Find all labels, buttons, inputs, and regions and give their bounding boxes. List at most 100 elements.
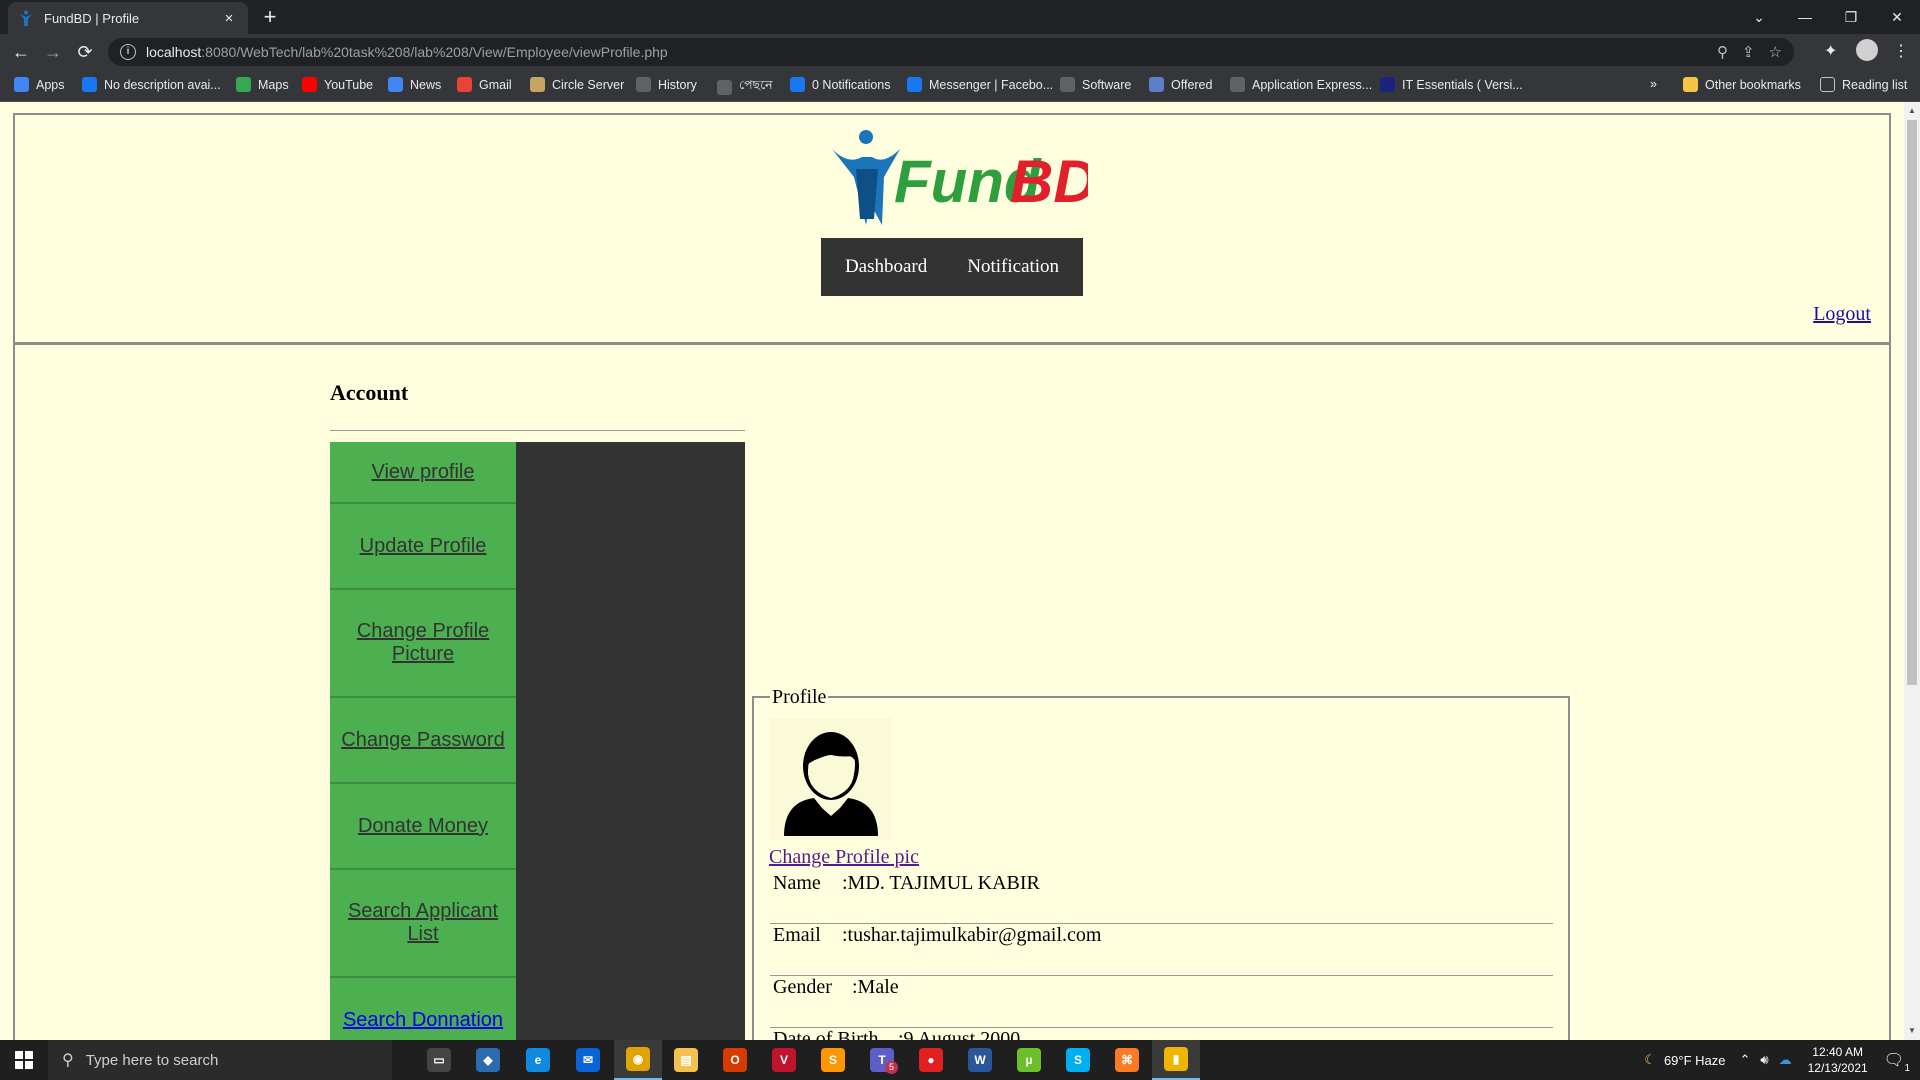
onedrive-icon[interactable]: ☁ bbox=[1779, 1052, 1792, 1068]
logout-link[interactable]: Logout bbox=[1813, 303, 1871, 326]
side-menu-link[interactable]: View profile bbox=[371, 461, 474, 484]
tray-overflow-icon[interactable]: ⌃ bbox=[1740, 1052, 1751, 1068]
browser-menu-icon[interactable]: ⋮ bbox=[1893, 41, 1909, 61]
taskbar-app[interactable]: W bbox=[956, 1040, 1004, 1080]
restore-button[interactable]: ❐ bbox=[1828, 0, 1874, 34]
bookmark-item[interactable]: Maps bbox=[236, 77, 289, 92]
extensions-icon[interactable]: ✦ bbox=[1824, 41, 1837, 61]
address-bar[interactable]: i localhost:8080/WebTech/lab%20task%208/… bbox=[108, 38, 1794, 66]
profile-field-label: Name bbox=[773, 872, 821, 894]
circle-server-icon bbox=[530, 77, 545, 92]
notification-center-icon[interactable]: 🗨︎ 1 bbox=[1884, 1050, 1910, 1074]
side-menu-item[interactable]: Change Password bbox=[330, 698, 516, 784]
taskbar-app[interactable]: ▭ bbox=[415, 1040, 463, 1080]
side-menu-item[interactable]: Search Applicant List bbox=[330, 870, 516, 978]
bookmark-item[interactable]: News bbox=[388, 77, 441, 92]
zoom-icon[interactable]: ⚲ bbox=[1717, 43, 1728, 61]
new-tab-button[interactable]: + bbox=[258, 6, 282, 30]
side-menu-item[interactable]: Donate Money bbox=[330, 784, 516, 870]
scroll-up-icon[interactable]: ▲ bbox=[1908, 106, 1916, 115]
back-button[interactable]: ← bbox=[9, 40, 33, 64]
taskbar-app[interactable]: µ bbox=[1005, 1040, 1053, 1080]
profile-avatar-image bbox=[770, 718, 892, 840]
taskbar-app[interactable]: ◆ bbox=[464, 1040, 512, 1080]
fundbd-logo[interactable]: Fund BD bbox=[828, 127, 1088, 227]
tab-title: FundBD | Profile bbox=[44, 10, 140, 26]
start-button[interactable] bbox=[0, 1040, 48, 1080]
side-menu-link[interactable]: Update Profile bbox=[360, 535, 487, 558]
logo-bd-text: BD bbox=[1010, 148, 1088, 215]
nav-dashboard-link[interactable]: Dashboard bbox=[845, 256, 927, 278]
bookmark-item[interactable]: Apps bbox=[14, 77, 65, 92]
change-profile-pic-link[interactable]: Change Profile pic bbox=[769, 846, 919, 869]
tab-search-icon[interactable]: ⌄ bbox=[1736, 0, 1782, 34]
taskbar-search-placeholder: Type here to search bbox=[85, 1051, 219, 1069]
nav-notification-link[interactable]: Notification bbox=[967, 256, 1059, 278]
bookmarks-overflow-button[interactable]: » bbox=[1650, 77, 1657, 91]
site-info-icon[interactable]: i bbox=[120, 44, 136, 60]
reload-button[interactable]: ⟳ bbox=[73, 40, 97, 64]
forward-button[interactable]: → bbox=[41, 40, 65, 64]
taskbar-app[interactable]: S bbox=[1054, 1040, 1102, 1080]
browser-tab-active[interactable]: FundBD | Profile × bbox=[8, 2, 248, 34]
taskbar-app[interactable]: S bbox=[809, 1040, 857, 1080]
fundbd-favicon-icon bbox=[18, 10, 34, 26]
taskbar-app[interactable]: ▮ bbox=[1152, 1040, 1200, 1080]
profile-avatar[interactable] bbox=[1856, 39, 1878, 61]
bookmark-star-icon[interactable]: ☆ bbox=[1769, 43, 1782, 61]
taskbar-app[interactable]: ⌘ bbox=[1103, 1040, 1151, 1080]
page-scrollbar[interactable]: ▲ ▼ bbox=[1904, 102, 1920, 1040]
bookmark-item[interactable]: YouTube bbox=[302, 77, 373, 92]
taskbar-app[interactable]: ▤ bbox=[662, 1040, 710, 1080]
bookmark-item[interactable]: 0 Notifications bbox=[790, 77, 891, 92]
side-menu-link[interactable]: Change Password bbox=[341, 729, 504, 752]
share-icon[interactable]: ⇪ bbox=[1742, 43, 1755, 61]
browser-toolbar: ← → ⟳ i localhost:8080/WebTech/lab%20tas… bbox=[0, 34, 1920, 70]
close-window-button[interactable]: ✕ bbox=[1874, 0, 1920, 34]
side-menu-link[interactable]: Search Donnation bbox=[343, 1009, 503, 1032]
taskbar-clock[interactable]: 12:40 AM 12/13/2021 bbox=[1808, 1044, 1868, 1076]
bookmark-item[interactable]: Messenger | Facebo... bbox=[907, 77, 1053, 92]
side-menu-item[interactable]: Update Profile bbox=[330, 504, 516, 590]
side-menu-link[interactable]: Donate Money bbox=[358, 815, 488, 838]
side-menu-item[interactable]: Search Donnation bbox=[330, 978, 516, 1040]
profile-row: Name:MD. TAJIMUL KABIR bbox=[770, 872, 1553, 924]
page-viewport: Fund BD Dashboard Notification Logout Ac… bbox=[0, 102, 1904, 1040]
bookmark-item[interactable]: Offered bbox=[1149, 77, 1212, 92]
windows-logo-icon bbox=[15, 1051, 33, 1069]
taskbar-app[interactable]: e bbox=[514, 1040, 562, 1080]
other-bookmarks-folder[interactable]: Other bookmarks bbox=[1683, 77, 1801, 92]
taskbar-search-box[interactable]: ⚲ Type here to search bbox=[48, 1040, 392, 1080]
bookmark-item[interactable]: Application Express... bbox=[1230, 77, 1372, 92]
scroll-down-icon[interactable]: ▼ bbox=[1908, 1026, 1916, 1035]
bookmark-item[interactable]: IT Essentials ( Versi... bbox=[1380, 77, 1523, 92]
taskbar-app[interactable]: T5 bbox=[858, 1040, 906, 1080]
bookmark-item[interactable]: Gmail bbox=[457, 77, 512, 92]
side-menu-link[interactable]: Change Profile Picture bbox=[338, 620, 508, 666]
minimize-button[interactable]: — bbox=[1782, 0, 1828, 34]
news-icon bbox=[388, 77, 403, 92]
side-menu-link[interactable]: Search Applicant List bbox=[338, 900, 508, 946]
taskbar-app[interactable]: ● bbox=[907, 1040, 955, 1080]
side-menu-item[interactable]: Change Profile Picture bbox=[330, 590, 516, 698]
taskbar-app[interactable]: ◉ bbox=[614, 1040, 662, 1080]
facebook-icon bbox=[790, 77, 805, 92]
side-menu-item[interactable]: View profile bbox=[330, 442, 516, 504]
bookmark-item[interactable]: পেছনে bbox=[717, 77, 773, 97]
utorrent-icon: µ bbox=[1017, 1048, 1041, 1072]
profile-field-label: Email bbox=[773, 924, 821, 946]
speaker-icon[interactable]: 🔊︎ bbox=[1760, 1052, 1768, 1068]
weather-text[interactable]: 69°F Haze bbox=[1664, 1053, 1726, 1068]
bookmark-item[interactable]: Circle Server bbox=[530, 77, 624, 92]
tab-close-icon[interactable]: × bbox=[220, 10, 238, 27]
scrollbar-thumb[interactable] bbox=[1907, 120, 1917, 685]
bookmark-label: 0 Notifications bbox=[812, 77, 891, 92]
taskbar-app[interactable]: ✉ bbox=[564, 1040, 612, 1080]
bookmark-item[interactable]: Software bbox=[1060, 77, 1131, 92]
bookmark-item[interactable]: No description avai... bbox=[82, 77, 221, 92]
reading-list-button[interactable]: Reading list bbox=[1820, 77, 1907, 92]
weather-icon[interactable]: ☾ bbox=[1644, 1052, 1656, 1068]
bookmark-item[interactable]: History bbox=[636, 77, 697, 92]
taskbar-app[interactable]: V bbox=[760, 1040, 808, 1080]
taskbar-app[interactable]: O bbox=[711, 1040, 759, 1080]
